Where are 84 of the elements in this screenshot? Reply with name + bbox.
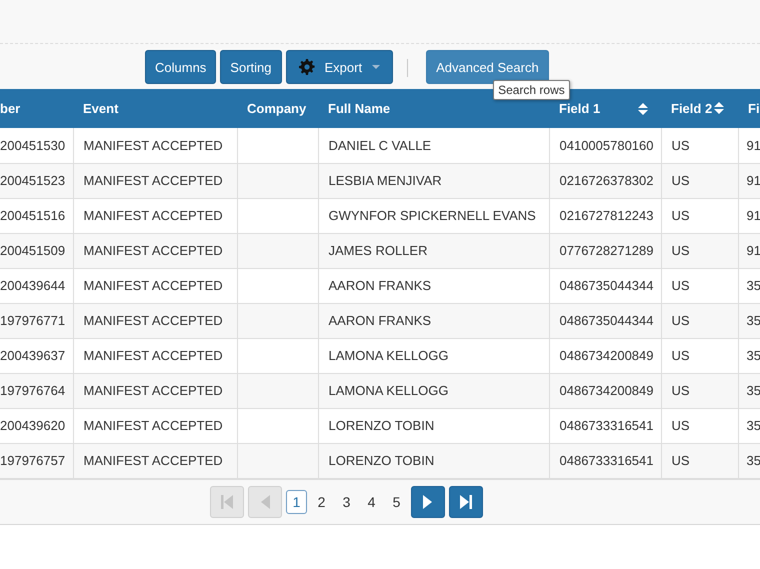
table-cell: US xyxy=(661,128,738,163)
page-button[interactable]: 4 xyxy=(361,490,382,514)
table-cell: 200439637 xyxy=(0,338,73,373)
sort-icon xyxy=(713,102,726,114)
previous-page-icon xyxy=(259,494,271,508)
table-cell: 91 xyxy=(738,233,760,268)
next-page-icon xyxy=(422,494,434,508)
table-cell: 200439644 xyxy=(0,268,73,303)
caret-icon xyxy=(372,65,380,69)
page-button[interactable]: 2 xyxy=(311,490,332,514)
page-button[interactable]: 5 xyxy=(386,490,407,514)
toolbar-button[interactable]: Sorting xyxy=(220,50,282,84)
table-cell: 0486733316541 xyxy=(549,443,661,478)
last-page-button[interactable] xyxy=(449,486,483,518)
table-cell: US xyxy=(661,163,738,198)
column-header[interactable]: Company xyxy=(237,89,318,128)
last-page-icon xyxy=(460,494,472,508)
table-cell: 35 xyxy=(738,303,760,338)
table-cell: MANIFEST ACCEPTED xyxy=(73,268,237,303)
table-cell: 91 xyxy=(738,163,760,198)
table-cell: 0486735044344 xyxy=(549,268,661,303)
table-cell: AARON FRANKS xyxy=(318,268,549,303)
page-button[interactable]: 1 xyxy=(286,490,307,514)
column-header[interactable]: Field 2 xyxy=(661,89,738,128)
toolbar-button[interactable]: Columns xyxy=(145,50,216,84)
table-cell: 0486734200849 xyxy=(549,338,661,373)
table-cell: 0410005780160 xyxy=(549,128,661,163)
table-cell: 197976764 xyxy=(0,373,73,408)
table-cell: 200451523 xyxy=(0,163,73,198)
gear-icon xyxy=(298,59,314,75)
table-cell: 200451530 xyxy=(0,128,73,163)
table-cell: 0776728271289 xyxy=(549,233,661,268)
table-cell: 0486735044344 xyxy=(549,303,661,338)
table-cell: 35 xyxy=(738,373,760,408)
sort-icon xyxy=(637,103,649,115)
table-cell: MANIFEST ACCEPTED xyxy=(73,163,237,198)
table-cell: 35 xyxy=(738,408,760,443)
column-header[interactable]: Fi xyxy=(738,89,760,128)
table-cell: 0216726378302 xyxy=(549,163,661,198)
table-cell: 197976757 xyxy=(0,443,73,478)
next-page-button[interactable] xyxy=(411,486,445,518)
table-cell: 35 xyxy=(738,338,760,373)
column-header[interactable]: Event xyxy=(73,89,237,128)
table-cell: LAMONA KELLOGG xyxy=(318,338,549,373)
table-cell: US xyxy=(661,303,738,338)
table-cell: JAMES ROLLER xyxy=(318,233,549,268)
table-cell: 0216727812243 xyxy=(549,198,661,233)
table-cell: US xyxy=(661,443,738,478)
table-cell: GWYNFOR SPICKERNELL EVANS xyxy=(318,198,549,233)
table-cell: MANIFEST ACCEPTED xyxy=(73,233,237,268)
table-cell: MANIFEST ACCEPTED xyxy=(73,408,237,443)
table-cell: 35 xyxy=(738,268,760,303)
table-cell: 197976771 xyxy=(0,303,73,338)
table-cell: 200451516 xyxy=(0,198,73,233)
tooltip: Search rows xyxy=(493,80,570,100)
table-cell: MANIFEST ACCEPTED xyxy=(73,128,237,163)
table-cell: MANIFEST ACCEPTED xyxy=(73,198,237,233)
table-cell: 0486733316541 xyxy=(549,408,661,443)
table-cell: 0486734200849 xyxy=(549,373,661,408)
table-cell: MANIFEST ACCEPTED xyxy=(73,443,237,478)
table-cell: US xyxy=(661,268,738,303)
page-button[interactable]: 3 xyxy=(336,490,357,514)
table-cell: 200451509 xyxy=(0,233,73,268)
column-header[interactable]: ber xyxy=(0,89,73,128)
table-cell: 35 xyxy=(738,443,760,478)
table-cell: 200439620 xyxy=(0,408,73,443)
table-cell: LESBIA MENJIVAR xyxy=(318,163,549,198)
table-cell: DANIEL C VALLE xyxy=(318,128,549,163)
table-cell: MANIFEST ACCEPTED xyxy=(73,338,237,373)
table-cell: US xyxy=(661,233,738,268)
table-cell: AARON FRANKS xyxy=(318,303,549,338)
table-cell: US xyxy=(661,408,738,443)
export-menu-button[interactable]: Export xyxy=(286,50,394,84)
first-page-icon xyxy=(221,494,233,508)
table-cell: US xyxy=(661,373,738,408)
table-cell: LORENZO TOBIN xyxy=(318,408,549,443)
table-cell: US xyxy=(661,198,738,233)
table-cell: MANIFEST ACCEPTED xyxy=(73,373,237,408)
table-cell: LAMONA KELLOGG xyxy=(318,373,549,408)
table-cell: LORENZO TOBIN xyxy=(318,443,549,478)
table-cell: 91 xyxy=(738,128,760,163)
table-cell: 91 xyxy=(738,198,760,233)
table-cell: US xyxy=(661,338,738,373)
table-cell: MANIFEST ACCEPTED xyxy=(73,303,237,338)
